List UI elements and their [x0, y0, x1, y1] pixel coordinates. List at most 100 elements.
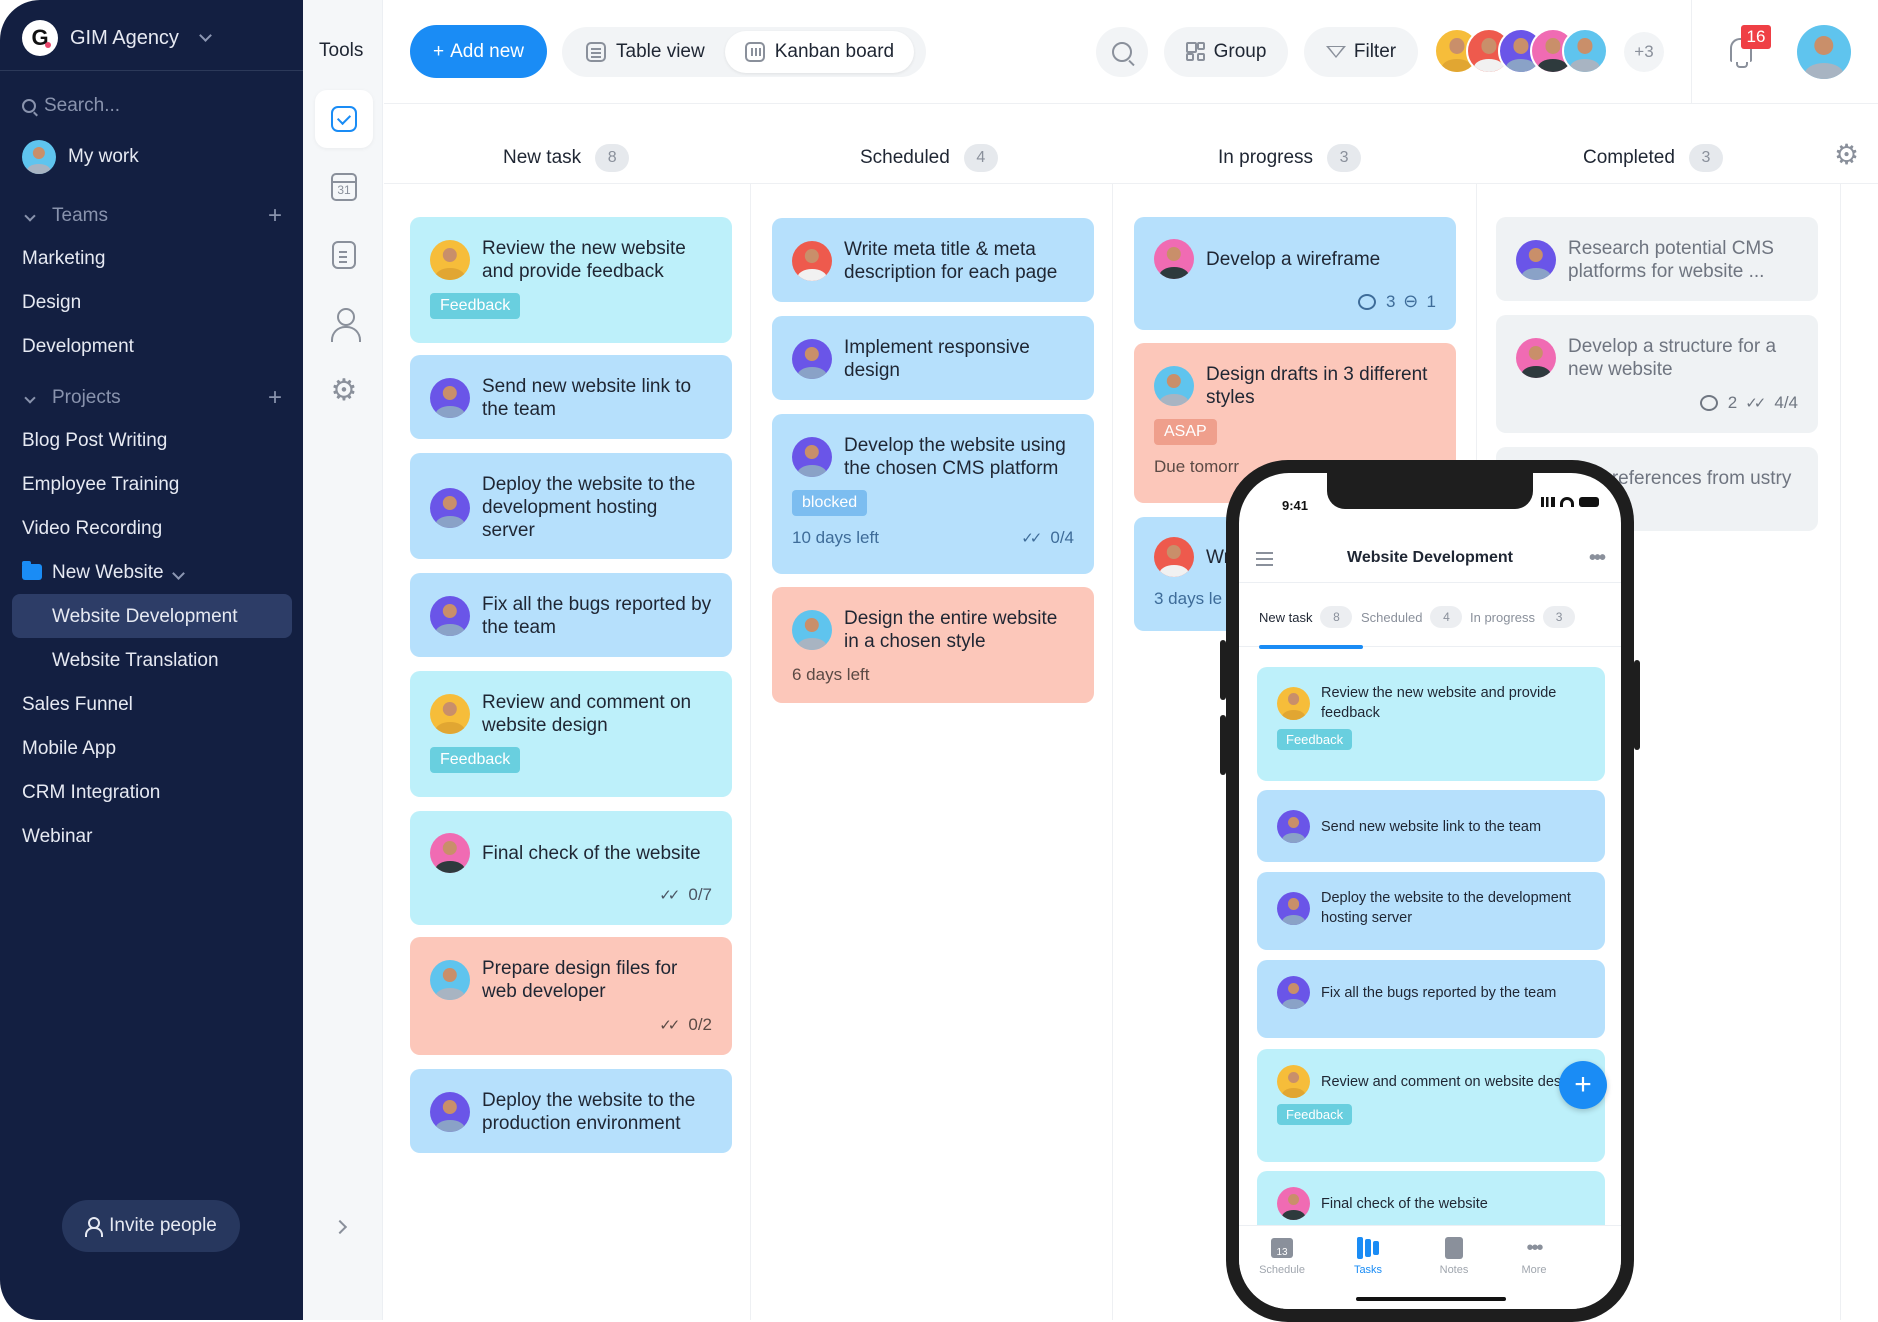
phone-task-card[interactable]: Deploy the website to the development ho…	[1257, 872, 1605, 950]
sidebar-item-crm-integration[interactable]: CRM Integration	[22, 782, 160, 804]
task-title: Research potential CMS platforms for web…	[1568, 238, 1774, 282]
assignee-avatar	[792, 437, 832, 477]
projects-label: Projects	[52, 387, 121, 408]
task-card[interactable]: Deploy the website to the production env…	[410, 1069, 732, 1153]
sidebar-item-sales-funnel[interactable]: Sales Funnel	[22, 694, 133, 716]
task-title: Review the new website and provide feedb…	[1321, 685, 1557, 721]
phone-task-card[interactable]: Fix all the bugs reported by the team	[1257, 960, 1605, 1038]
workspace-switcher[interactable]: G GIM Agency	[22, 20, 212, 56]
tool-calendar[interactable]: 31	[315, 158, 373, 216]
filter-button[interactable]: Filter	[1304, 27, 1418, 77]
task-tag: Feedback	[430, 293, 521, 319]
column-header-scheduled: Scheduled 4	[860, 143, 998, 173]
add-team-icon[interactable]: +	[268, 204, 282, 228]
task-title: Final check of the website	[1321, 1195, 1488, 1212]
menu-icon[interactable]	[1256, 552, 1273, 554]
sidebar-item-design[interactable]: Design	[22, 292, 81, 314]
task-card[interactable]: Deploy the website to the development ho…	[410, 453, 732, 559]
sidebar-search-input[interactable]: Search...	[22, 95, 120, 117]
attachment-count: 1	[1426, 291, 1436, 311]
task-card[interactable]: Review the new website and provide feedb…	[410, 217, 732, 343]
tab-kanban-board[interactable]: Kanban board	[724, 31, 915, 73]
tool-notes[interactable]	[315, 226, 373, 284]
task-card[interactable]: Research potential CMS platforms for web…	[1496, 217, 1818, 301]
folder-icon	[22, 561, 42, 580]
assignee-avatar	[792, 339, 832, 379]
tab-count: 3	[1543, 606, 1576, 628]
due-date: Due tomorr	[1154, 457, 1240, 476]
task-card[interactable]: Develop a wireframe 3 ⊘ 1	[1134, 217, 1456, 330]
phone-task-card[interactable]: Review the new website and provide feedb…	[1257, 667, 1605, 781]
assignee-avatar	[430, 1092, 470, 1132]
task-card[interactable]: Design the entire website in a chosen st…	[772, 587, 1094, 703]
sidebar-item-mobile-app[interactable]: Mobile App	[22, 738, 116, 760]
task-card[interactable]: Final check of the website ✓✓ 0/7	[410, 811, 732, 925]
invite-people-button[interactable]: Invite people	[62, 1200, 240, 1252]
task-tag: Feedback	[430, 747, 521, 773]
task-card[interactable]: Send new website link to the team	[410, 355, 732, 439]
phone-mockup: 9:41 Website Development ••• New task 8 S…	[1220, 460, 1640, 1322]
phone-nav-more[interactable]: ••• More	[1499, 1236, 1569, 1277]
phone-nav-notes[interactable]: Notes	[1419, 1236, 1489, 1276]
add-project-icon[interactable]: +	[268, 386, 282, 410]
phone-tab-in-progress[interactable]: In progress 3	[1470, 606, 1576, 628]
sidebar-item-marketing[interactable]: Marketing	[22, 248, 105, 270]
tab-table-view[interactable]: Table view	[566, 31, 725, 73]
group-button[interactable]: Group	[1164, 27, 1288, 77]
task-card[interactable]: Develop a structure for a new website 2 ✓…	[1496, 315, 1818, 433]
member-avatar[interactable]	[1562, 28, 1608, 74]
assignee-avatar	[430, 240, 470, 280]
task-title: Review the new website and provide feedb…	[482, 238, 686, 282]
more-icon: •••	[1526, 1236, 1543, 1259]
phone-nav-tasks[interactable]: Tasks	[1333, 1236, 1403, 1276]
more-members-button[interactable]: +3	[1624, 32, 1664, 72]
task-card[interactable]: Write meta title & meta description for …	[772, 218, 1094, 302]
phone-tab-new-task[interactable]: New task 8	[1259, 606, 1353, 628]
table-view-label: Table view	[616, 41, 705, 62]
task-card[interactable]: Develop the website using the chosen CMS…	[772, 414, 1094, 574]
sidebar-item-website-translation[interactable]: Website Translation	[52, 650, 219, 672]
phone-task-card[interactable]: Send new website link to the team	[1257, 790, 1605, 862]
assignee-avatar	[1277, 810, 1310, 843]
column-title: New task	[503, 147, 582, 168]
more-icon[interactable]: •••	[1589, 547, 1606, 570]
workspace-logo-icon: G	[22, 20, 58, 56]
task-card[interactable]: Review and comment on website design Fee…	[410, 671, 732, 797]
phone-task-card[interactable]: Review and comment on website design Fee…	[1257, 1049, 1605, 1162]
sidebar-item-website-development[interactable]: Website Development	[52, 606, 238, 628]
sidebar-item-blog-post-writing[interactable]: Blog Post Writing	[22, 430, 167, 452]
column-count: 3	[1688, 144, 1723, 172]
task-card[interactable]: Prepare design files for web developer ✓…	[410, 937, 732, 1055]
phone-tab-scheduled[interactable]: Scheduled 4	[1361, 606, 1463, 628]
sidebar-item-my-work[interactable]: My work	[22, 140, 139, 174]
sidebar-item-webinar[interactable]: Webinar	[22, 826, 92, 848]
phone-add-button[interactable]: +	[1559, 1061, 1607, 1109]
status-icons	[1541, 497, 1599, 507]
tab-label: Scheduled	[1361, 609, 1423, 625]
notes-icon	[332, 241, 356, 269]
board-settings-icon[interactable]: ⚙	[1834, 141, 1859, 169]
search-button[interactable]	[1096, 27, 1148, 77]
column-count: 4	[963, 144, 998, 172]
user-avatar[interactable]	[1797, 25, 1851, 79]
sidebar-item-employee-training[interactable]: Employee Training	[22, 474, 179, 496]
wifi-icon	[1560, 497, 1574, 507]
phone-nav-schedule[interactable]: 13 Schedule	[1247, 1236, 1317, 1276]
task-card[interactable]: Fix all the bugs reported by the team	[410, 573, 732, 657]
sidebar-folder-new-website[interactable]: New Website	[22, 561, 185, 584]
tool-people[interactable]	[315, 294, 373, 352]
assignee-avatar	[1277, 891, 1310, 925]
add-new-button[interactable]: + Add new	[410, 25, 547, 78]
column-title: Completed	[1583, 147, 1675, 168]
teams-section-header[interactable]: Teams +	[22, 204, 282, 228]
projects-section-header[interactable]: Projects +	[22, 386, 282, 410]
tool-settings[interactable]: ⚙	[315, 362, 373, 420]
sidebar-item-development[interactable]: Development	[22, 336, 134, 358]
checklist-count: 0/2	[688, 1015, 712, 1034]
team-members[interactable]	[1434, 28, 1608, 74]
my-work-label: My work	[68, 146, 139, 167]
sidebar: G GIM Agency Search... My work Teams + M…	[0, 0, 303, 1320]
sidebar-item-video-recording[interactable]: Video Recording	[22, 518, 162, 540]
task-card[interactable]: Implement responsive design	[772, 316, 1094, 400]
tool-tasks[interactable]	[315, 90, 373, 148]
